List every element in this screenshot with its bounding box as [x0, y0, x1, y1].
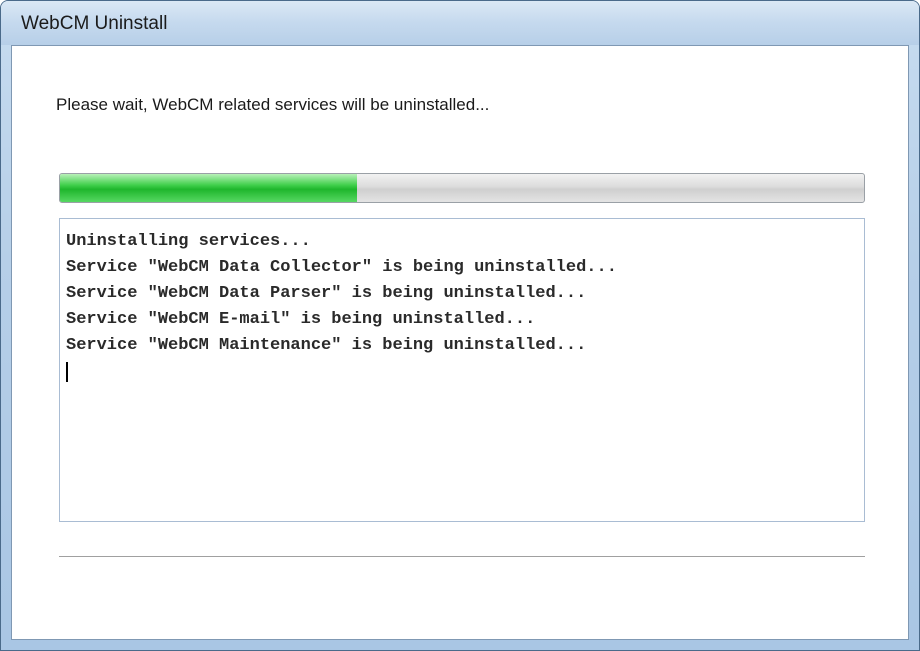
title-bar[interactable]: WebCM Uninstall	[1, 1, 919, 45]
window-title: WebCM Uninstall	[21, 13, 168, 34]
log-textbox[interactable]: Uninstalling services... Service "WebCM …	[59, 218, 865, 522]
log-line: Service "WebCM Data Parser" is being uni…	[66, 284, 587, 303]
uninstall-window: WebCM Uninstall Please wait, WebCM relat…	[0, 0, 920, 651]
log-line: Uninstalling services...	[66, 232, 311, 251]
progress-bar-fill	[60, 174, 358, 202]
log-line: Service "WebCM E-mail" is being uninstal…	[66, 310, 536, 329]
log-line: Service "WebCM Data Collector" is being …	[66, 258, 617, 277]
dialog-body: Please wait, WebCM related services will…	[11, 45, 909, 640]
text-caret	[66, 362, 68, 382]
log-line: Service "WebCM Maintenance" is being uni…	[66, 336, 587, 355]
divider	[59, 556, 865, 558]
progress-bar	[59, 173, 865, 203]
status-message: Please wait, WebCM related services will…	[56, 95, 490, 114]
